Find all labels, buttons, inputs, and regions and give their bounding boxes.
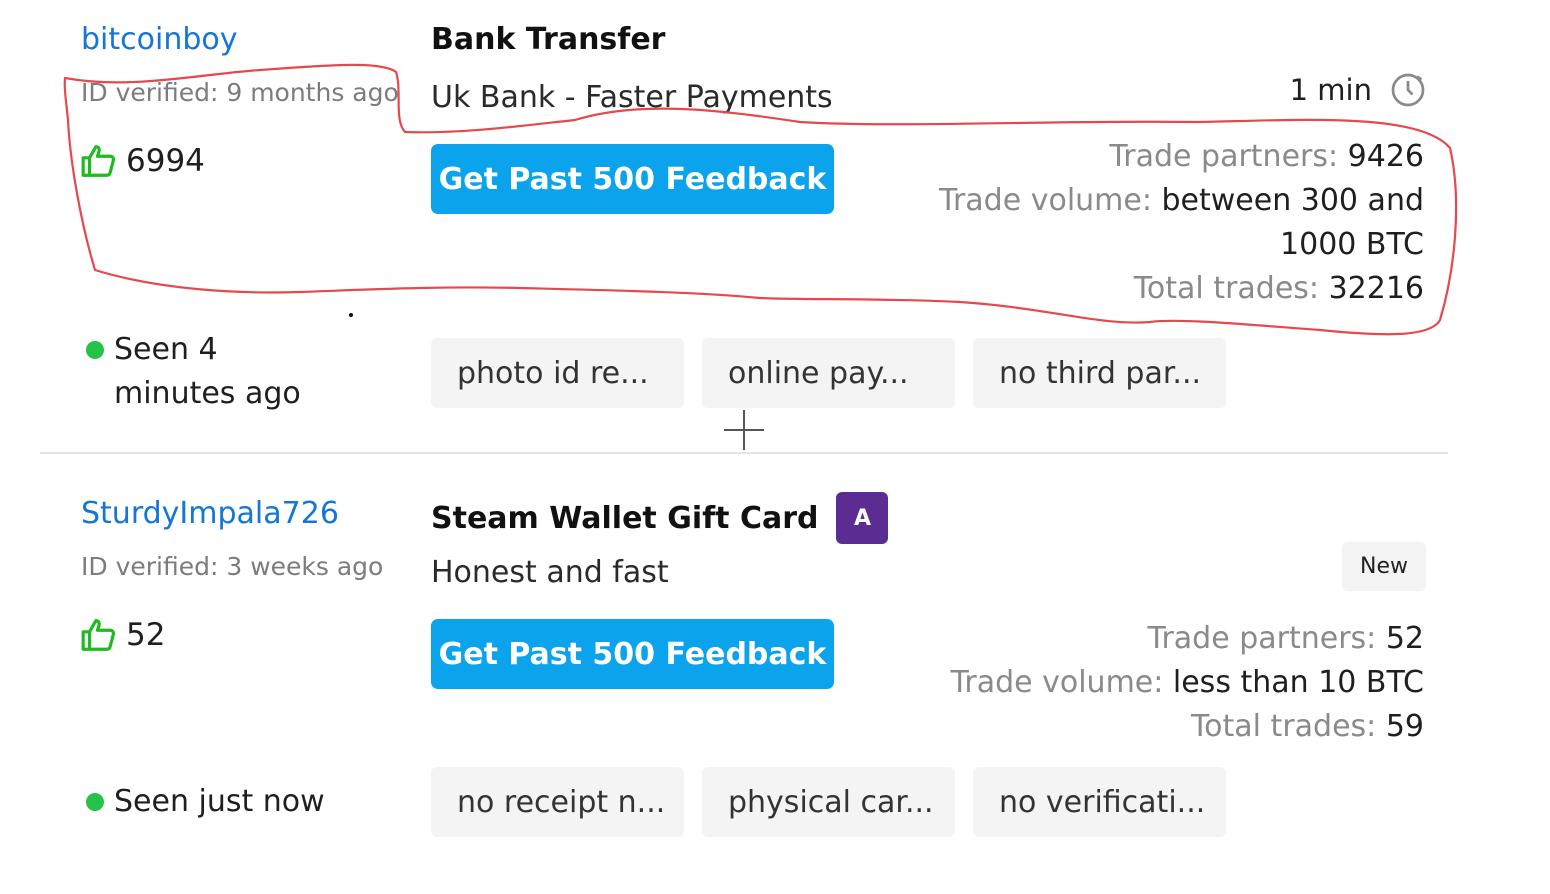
plus-icon <box>724 410 764 450</box>
payment-method-name: Steam Wallet Gift Card <box>431 500 819 536</box>
offer-card-2: SturdyImpala726 ID verified: 3 weeks ago… <box>40 454 1448 894</box>
thumbs-up-icon <box>81 619 116 651</box>
last-seen-text: Seen 4 minutes ago <box>114 332 301 411</box>
id-verified-text: ID verified: 9 months ago <box>81 78 399 107</box>
trade-volume-label: Trade volume: <box>950 665 1173 700</box>
response-time-text: 1 min <box>1289 73 1372 107</box>
tag[interactable]: photo id re... <box>431 338 684 408</box>
response-time: 1 min <box>1290 72 1426 108</box>
trade-partners-label: Trade partners: <box>1147 621 1386 656</box>
feedback-score: 6994 <box>80 142 205 180</box>
trade-stats: Trade partners: 52 Trade volume: less th… <box>950 617 1424 749</box>
tag[interactable]: physical car... <box>702 767 955 837</box>
trade-partners-value: 52 <box>1385 621 1424 656</box>
clock-icon <box>1391 73 1425 107</box>
tag[interactable]: no verificati... <box>973 767 1226 837</box>
last-seen: Seen 4 minutes ago <box>86 328 344 416</box>
offer-card-1: bitcoinboy ID verified: 9 months ago 699… <box>40 0 1448 453</box>
last-seen: Seen just now <box>86 780 325 824</box>
trade-volume-label: Trade volume: <box>939 183 1162 218</box>
id-verified-text: ID verified: 3 weeks ago <box>81 552 384 581</box>
total-trades-value: 32216 <box>1328 271 1424 306</box>
offer-tags: photo id re... online pay... no third pa… <box>431 338 1226 408</box>
tag[interactable]: no third par... <box>973 338 1226 408</box>
payment-method-title: Steam Wallet Gift Card A <box>431 492 889 544</box>
offer-subtitle: Uk Bank - Faster Payments <box>431 80 833 115</box>
online-dot <box>86 341 104 359</box>
total-trades-label: Total trades: <box>1190 709 1386 744</box>
trade-partners-label: Trade partners: <box>1109 139 1348 174</box>
method-badge: A <box>836 492 889 544</box>
get-feedback-button[interactable]: Get Past 500 Feedback <box>431 619 834 689</box>
payment-method-title: Bank Transfer <box>431 22 665 57</box>
trade-volume-value: between 300 and <box>1161 183 1425 218</box>
offer-subtitle: Honest and fast <box>431 555 669 590</box>
tag[interactable]: no receipt n... <box>431 767 684 837</box>
username-link[interactable]: SturdyImpala726 <box>81 496 339 531</box>
username-link[interactable]: bitcoinboy <box>81 22 238 57</box>
total-trades-value: 59 <box>1385 709 1424 744</box>
tag[interactable]: online pay... <box>702 338 955 408</box>
trade-stats: Trade partners: 9426 Trade volume: betwe… <box>939 135 1424 311</box>
new-badge: New <box>1342 542 1426 591</box>
online-dot <box>86 793 104 811</box>
stray-dot <box>349 313 353 317</box>
trade-volume-value-cont: 1000 BTC <box>1280 227 1424 262</box>
offer-tags: no receipt n... physical car... no verif… <box>431 767 1226 837</box>
feedback-score: 52 <box>80 616 165 654</box>
trade-volume-value: less than 10 BTC <box>1172 665 1424 700</box>
get-feedback-button[interactable]: Get Past 500 Feedback <box>431 144 834 214</box>
total-trades-label: Total trades: <box>1133 271 1329 306</box>
feedback-count: 6994 <box>126 143 205 179</box>
payment-method-name: Bank Transfer <box>431 22 666 57</box>
thumbs-up-icon <box>81 145 116 177</box>
last-seen-text: Seen just now <box>114 784 325 819</box>
feedback-count: 52 <box>126 617 166 653</box>
trade-partners-value: 9426 <box>1347 139 1424 174</box>
